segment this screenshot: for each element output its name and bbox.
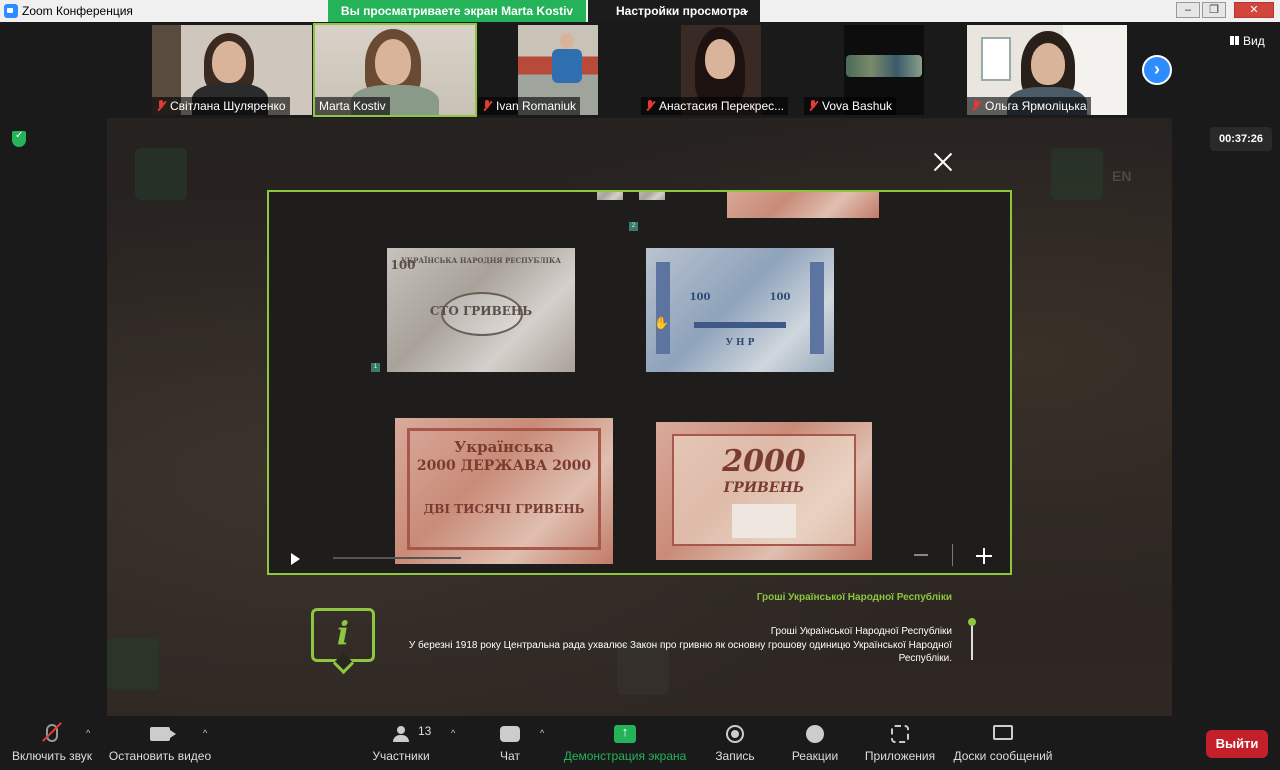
- next-page-button[interactable]: ›: [1142, 55, 1172, 85]
- unmute-button[interactable]: Включить звук: [6, 716, 98, 770]
- note-marker[interactable]: 1: [371, 363, 380, 372]
- view-options-label: Настройки просмотра: [616, 4, 747, 18]
- zoom-app-icon: [4, 4, 18, 18]
- share-screen-icon: [614, 724, 636, 743]
- whiteboards-button[interactable]: Доски сообщений: [950, 716, 1056, 770]
- stop-video-label: Остановить видео: [108, 749, 212, 763]
- banknote-2000-hryven: 2000 ГРИВЕНЬ: [656, 422, 872, 560]
- mic-muted-icon: [808, 100, 818, 112]
- record-button[interactable]: Запись: [708, 716, 762, 770]
- record-icon: [726, 725, 744, 743]
- caption-title: Гроші Української Народної Республіки: [756, 592, 952, 603]
- participant-name: Світлана Шуляренко: [152, 97, 290, 115]
- apps-icon: [891, 725, 909, 743]
- participant-name: Ольга Ярмоліцька: [967, 97, 1091, 115]
- zoom-in-icon[interactable]: [976, 548, 992, 564]
- divider: [952, 544, 953, 566]
- participant-name: Vova Bashuk: [804, 97, 897, 115]
- close-viewer-icon[interactable]: [933, 152, 953, 172]
- view-options-button[interactable]: Настройки просмотра ⌄: [588, 0, 760, 22]
- hand-cursor-icon: ✋: [654, 316, 669, 330]
- banknote-2000-hryven-state: Українська 2000 ДЕРЖАВА 2000 ДВІ ТИСЯЧІ …: [395, 418, 613, 564]
- zoom-out-icon[interactable]: [914, 554, 928, 556]
- meeting-timer: 00:37:26: [1210, 127, 1272, 151]
- view-label: Вид: [1243, 34, 1265, 48]
- participant-tile[interactable]: Ivan Romaniuk: [478, 25, 638, 115]
- chevron-down-icon: ⌄: [741, 5, 750, 16]
- note-marker[interactable]: 2: [629, 222, 638, 231]
- caption-subtitle: Гроші Української Народної Республіки: [770, 626, 952, 637]
- smiley-icon: [806, 725, 824, 743]
- share-screen-button[interactable]: Демонстрация экрана: [560, 716, 690, 770]
- participants-options-caret[interactable]: ^: [451, 728, 455, 738]
- minimize-icon[interactable]: –: [1176, 2, 1200, 18]
- zoom-window: Zoom Конференция Вы просматриваете экран…: [0, 0, 1280, 770]
- language-toggle: EN: [1112, 168, 1132, 184]
- fullscreen-icon: [1051, 148, 1103, 200]
- view-button[interactable]: Вид: [1230, 34, 1265, 48]
- banknote-100-karbovantsiv: 100 100 У Н Р: [646, 248, 834, 372]
- shared-screen: EN 2 УКРАЇНСЬКА НАРОДНЯ РЕСПУБЛІКА 100 С…: [107, 118, 1172, 716]
- participant-gallery: Світлана Шуляренко Marta Kostiv Ivan Rom…: [0, 22, 1280, 118]
- audio-options-caret[interactable]: ^: [86, 728, 90, 738]
- whiteboards-label: Доски сообщений: [953, 749, 1053, 763]
- apps-label: Приложения: [864, 749, 936, 763]
- participant-tile-active[interactable]: Marta Kostiv: [313, 23, 477, 117]
- museum-icon: [107, 638, 159, 690]
- caption-body: У березні 1918 року Центральна рада ухва…: [408, 640, 952, 664]
- title-bar: Zoom Конференция Вы просматриваете экран…: [0, 0, 1280, 22]
- whiteboard-icon: [993, 725, 1013, 740]
- participant-tile[interactable]: Ольга Ярмоліцька: [967, 25, 1127, 115]
- chat-options-caret[interactable]: ^: [540, 728, 544, 738]
- window-title: Zoom Конференция: [22, 4, 133, 18]
- participant-name: Marta Kostiv: [315, 97, 390, 115]
- mute-speaker-icon: [135, 148, 187, 200]
- participant-tile[interactable]: Vova Bashuk: [804, 25, 964, 115]
- play-icon[interactable]: [291, 553, 300, 565]
- unmute-label: Включить звук: [11, 749, 93, 763]
- close-window-icon[interactable]: ✕: [1234, 2, 1274, 18]
- record-label: Запись: [715, 749, 755, 763]
- participant-name: Анастасия Перекрес...: [641, 97, 789, 115]
- maximize-icon[interactable]: ❐: [1202, 2, 1226, 18]
- participant-name: Ivan Romaniuk: [478, 97, 581, 115]
- reactions-button[interactable]: Реакции: [786, 716, 844, 770]
- video-options-caret[interactable]: ^: [203, 728, 207, 738]
- playback-progress[interactable]: [333, 557, 461, 559]
- reactions-label: Реакции: [791, 749, 839, 763]
- chevron-right-icon: ›: [1154, 59, 1160, 79]
- info-icon[interactable]: i: [311, 608, 375, 662]
- leave-button[interactable]: Выйти: [1206, 730, 1268, 758]
- timeline-line: [971, 626, 973, 660]
- mic-muted-icon: [645, 100, 655, 112]
- banknote-partial: [727, 192, 879, 218]
- meeting-toolbar: Включить звук ^ Остановить видео ^ 13 Уч…: [0, 716, 1280, 770]
- stop-video-button[interactable]: Остановить видео: [104, 716, 216, 770]
- banknote-partial: [639, 192, 665, 200]
- chat-label: Чат: [500, 749, 520, 763]
- participants-button[interactable]: 13 Участники: [368, 716, 434, 770]
- participant-tile[interactable]: Світлана Шуляренко: [152, 25, 312, 115]
- shield-icon[interactable]: [12, 130, 26, 147]
- grid-icon: [1230, 36, 1239, 45]
- chat-button[interactable]: Чат: [490, 716, 530, 770]
- share-screen-label: Демонстрация экрана: [563, 749, 687, 763]
- image-viewer[interactable]: 2 УКРАЇНСЬКА НАРОДНЯ РЕСПУБЛІКА 100 СТО …: [267, 190, 1012, 575]
- participants-count: 13: [418, 724, 432, 738]
- participants-icon: [390, 726, 412, 742]
- mic-muted-icon: [156, 100, 166, 112]
- share-banner: Вы просматриваете экран Marta Kostiv: [328, 0, 586, 22]
- chat-icon: [500, 726, 520, 742]
- timeline-dot[interactable]: [968, 618, 976, 626]
- camera-icon: [150, 727, 176, 741]
- participants-label: Участники: [372, 749, 430, 763]
- apps-button[interactable]: Приложения: [860, 716, 940, 770]
- participant-tile[interactable]: Анастасия Перекрес...: [641, 25, 801, 115]
- mic-muted-icon: [971, 100, 981, 112]
- banknote-partial: [597, 192, 623, 200]
- mic-muted-icon: [482, 100, 492, 112]
- banknote-100-hryven: УКРАЇНСЬКА НАРОДНЯ РЕСПУБЛІКА 100 СТО ГР…: [387, 248, 575, 372]
